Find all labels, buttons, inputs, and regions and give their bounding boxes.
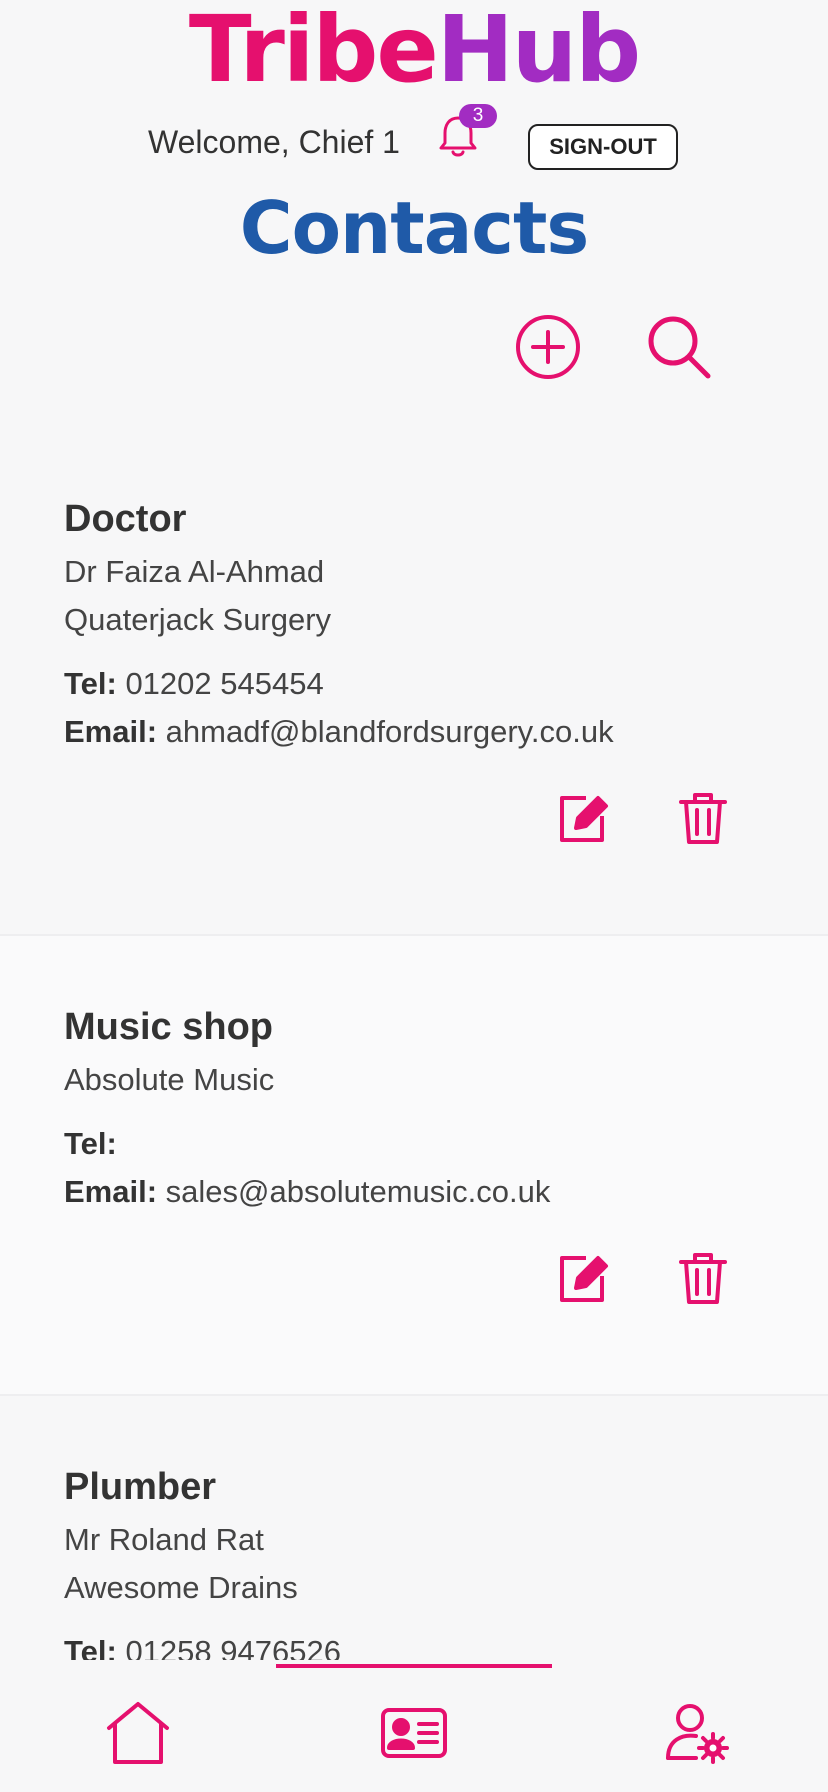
contact-organisation: Absolute Music bbox=[64, 1062, 275, 1097]
logo-hub: Hub bbox=[436, 0, 641, 103]
nav-active-indicator bbox=[276, 1664, 552, 1668]
home-icon[interactable] bbox=[103, 1700, 173, 1766]
contact-category: Music shop bbox=[64, 1006, 274, 1048]
page-title: Contacts bbox=[239, 186, 590, 270]
contact-organisation: Awesome Drains bbox=[64, 1570, 298, 1605]
contact-tel: Tel: bbox=[64, 1126, 117, 1162]
contact-email: Email: ahmadf@blandfordsurgery.co.uk bbox=[64, 714, 614, 750]
contacts-card-icon[interactable] bbox=[379, 1700, 449, 1766]
app-logo: TribeHub bbox=[0, 0, 828, 100]
contact-card: Music shop Absolute Music Tel: Email: sa… bbox=[0, 934, 828, 1394]
notification-badge: 3 bbox=[459, 104, 497, 128]
edit-icon[interactable] bbox=[556, 1250, 610, 1306]
add-circle-icon[interactable] bbox=[513, 312, 583, 382]
contact-category: Doctor bbox=[64, 498, 187, 540]
trash-icon[interactable] bbox=[676, 790, 730, 846]
contact-name: Mr Roland Rat bbox=[64, 1522, 264, 1557]
contact-category: Plumber bbox=[64, 1466, 217, 1508]
sign-out-button[interactable]: SIGN-OUT bbox=[528, 124, 678, 170]
contact-card: Plumber Mr Roland Rat Awesome Drains Tel… bbox=[0, 1394, 828, 1669]
email-value[interactable]: sales@absolutemusic.co.uk bbox=[166, 1174, 551, 1209]
search-icon[interactable] bbox=[644, 312, 714, 382]
email-label: Email: bbox=[64, 714, 158, 749]
contact-card: Doctor Dr Faiza Al-Ahmad Quaterjack Surg… bbox=[0, 420, 828, 936]
trash-icon[interactable] bbox=[676, 1250, 730, 1306]
user-settings-icon[interactable] bbox=[662, 1700, 732, 1766]
contact-email: Email: sales@absolutemusic.co.uk bbox=[64, 1174, 550, 1210]
contact-name: Dr Faiza Al-Ahmad bbox=[64, 554, 325, 589]
welcome-text: Welcome, Chief 1 bbox=[148, 124, 400, 160]
contact-organisation: Quaterjack Surgery bbox=[64, 602, 332, 637]
tel-value[interactable]: 01202 545454 bbox=[125, 666, 323, 701]
email-label: Email: bbox=[64, 1174, 158, 1209]
logo-tribe: Tribe bbox=[188, 0, 439, 103]
tel-label: Tel: bbox=[64, 1126, 117, 1161]
tel-label: Tel: bbox=[64, 666, 117, 701]
contact-tel: Tel: 01202 545454 bbox=[64, 666, 324, 702]
email-value[interactable]: ahmadf@blandfordsurgery.co.uk bbox=[166, 714, 614, 749]
edit-icon[interactable] bbox=[556, 790, 610, 846]
